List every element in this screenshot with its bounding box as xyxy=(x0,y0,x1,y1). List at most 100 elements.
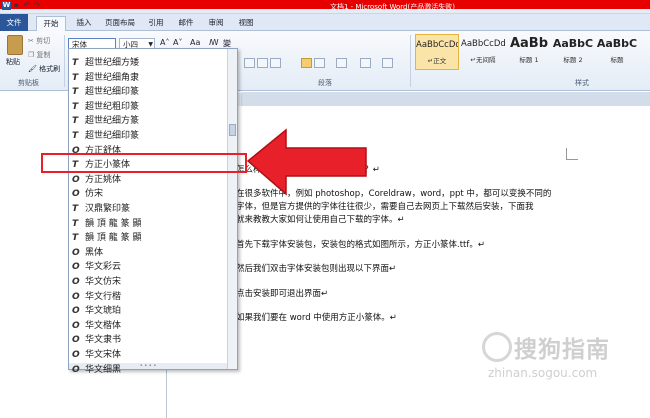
opentype-font-icon: O xyxy=(72,262,80,273)
clear-format-button[interactable]: ꟿ xyxy=(209,38,219,47)
font-list-item[interactable]: T 超世纪粗印篆 xyxy=(69,99,227,115)
shading-button[interactable] xyxy=(360,58,371,68)
group-divider xyxy=(64,35,65,87)
opentype-font-icon: O xyxy=(72,306,80,317)
tab-review[interactable]: 审阅 xyxy=(202,16,230,30)
shrink-font-button[interactable]: A˅ xyxy=(173,38,182,47)
doc-line-5: 首先下载字体安装包，安装包的格式如图所示，方正小篆体.ttf。↵ xyxy=(236,240,485,250)
font-list-item[interactable]: O 华文楷体 xyxy=(69,318,227,334)
font-list-item[interactable]: O 华文仿宋 xyxy=(69,274,227,290)
opentype-font-icon: O xyxy=(72,350,80,360)
font-list-item[interactable]: T 汉鼎繁印篆 xyxy=(69,201,227,217)
opentype-font-icon: O xyxy=(72,320,80,331)
style-no-spacing[interactable]: AaBbCcDd ↵无间隔 xyxy=(461,34,505,70)
truetype-font-icon: T xyxy=(72,204,79,214)
truetype-font-icon: T xyxy=(72,72,79,83)
ribbon-tabs: 文件 开始 插入 页面布局 引用 邮件 审阅 视图 xyxy=(0,14,650,31)
align-center-button[interactable] xyxy=(257,58,268,68)
opentype-font-icon: O xyxy=(72,291,80,302)
opentype-font-icon: O xyxy=(72,174,80,185)
font-list-item-name: 华文琥珀 xyxy=(85,306,122,317)
pointer-arrow xyxy=(246,128,367,196)
margin-mark xyxy=(566,148,578,160)
doc-line-4: 就来教教大家如何让使用自己下载的字体。↵ xyxy=(236,215,405,225)
style-title[interactable]: AaBbC 标题 xyxy=(595,34,639,70)
redo-icon[interactable]: ↷ xyxy=(34,1,40,9)
font-list-item[interactable]: O 仿宋 xyxy=(69,186,227,202)
font-list-item[interactable]: O 华文彩云 xyxy=(69,259,227,275)
tab-mailings[interactable]: 邮件 xyxy=(172,16,200,30)
tab-home[interactable]: 开始 xyxy=(36,16,66,31)
font-list-item-name: 华文仿宋 xyxy=(85,277,122,287)
title-bar: W ▪ ↶ ↷ 文档1 - Microsoft Word(产品激活失败) xyxy=(0,0,650,14)
sogou-logo-icon xyxy=(482,332,512,362)
borders-button[interactable] xyxy=(382,58,393,68)
font-list-item[interactable]: O 华文宋体 xyxy=(69,347,227,363)
doc-line-8: 如果我们要在 word 中使用方正小篆体。↵ xyxy=(236,313,397,323)
truetype-font-icon: T xyxy=(72,131,79,141)
align-left-button[interactable] xyxy=(244,58,255,68)
word-app-icon[interactable]: W xyxy=(2,1,11,10)
truetype-font-icon: T xyxy=(72,116,79,127)
highlight-box xyxy=(41,153,247,173)
save-icon[interactable]: ▪ xyxy=(14,1,19,9)
copy-icon: ❐ xyxy=(28,51,35,59)
tab-file[interactable]: 文件 xyxy=(0,14,28,31)
doc-line-6: 然后我们双击字体安装包则出现以下界面↵ xyxy=(236,264,397,274)
truetype-font-icon: T xyxy=(72,101,79,112)
font-list-item[interactable]: O 华文行楷 xyxy=(69,289,227,305)
align-right-button[interactable] xyxy=(270,58,281,68)
font-list-item[interactable]: T 超世纪细方矮 xyxy=(69,55,227,71)
clipboard-group-label: 剪贴板 xyxy=(18,79,39,87)
dropdown-scrollbar[interactable] xyxy=(227,49,237,369)
undo-icon[interactable]: ↶ xyxy=(24,1,30,9)
font-list-item-name: 超世纪细印篆 xyxy=(85,131,140,141)
justify-button[interactable] xyxy=(301,58,312,68)
font-list-item-name: 超世纪粗印篆 xyxy=(85,101,140,112)
style-normal[interactable]: AaBbCcDd ↵正文 xyxy=(415,34,459,70)
font-list-item[interactable]: T韻 頂 龍 篆 顯 xyxy=(69,230,227,246)
font-list-item-name: 华文楷体 xyxy=(85,320,122,331)
font-list-item-name: 方正姚体 xyxy=(85,174,122,185)
paste-button[interactable]: 粘贴 xyxy=(6,57,20,67)
font-list-item-name: 华文行楷 xyxy=(85,291,122,302)
font-list-item-name: 黑体 xyxy=(85,247,104,258)
style-heading-1[interactable]: AaBb 标题 1 xyxy=(507,34,551,70)
font-list-item-name: 华文细黑 xyxy=(85,364,122,375)
scrollbar-thumb[interactable] xyxy=(229,124,236,136)
font-list-item[interactable]: T 超世纪细印篆 xyxy=(69,128,227,144)
title-red-band xyxy=(0,0,650,9)
format-painter-button[interactable]: 🖌 格式刷 xyxy=(28,64,60,74)
font-list-item[interactable]: O 华文隶书 xyxy=(69,332,227,348)
truetype-font-icon: T xyxy=(72,58,79,68)
line-spacing-button[interactable] xyxy=(336,58,347,68)
font-dropdown-list[interactable]: • • • • T 超世纪细方矮 T 超世纪细角隶 T 超世纪细印篆 T 超世纪粗印篆 T 超世纪… xyxy=(68,48,238,375)
cut-button[interactable]: ✂ 剪切 xyxy=(28,36,50,46)
grow-font-button[interactable]: A˄ xyxy=(160,38,169,47)
tab-view[interactable]: 视图 xyxy=(232,16,260,30)
font-list-item[interactable]: T韻 頂 龍 篆 顯 xyxy=(69,216,227,232)
font-list-item[interactable]: O 黑体 xyxy=(69,245,227,261)
font-list-item[interactable]: T 超世纪细方篆 xyxy=(69,113,227,129)
tab-insert[interactable]: 插入 xyxy=(70,16,98,30)
change-case-button[interactable]: Aa xyxy=(190,38,200,47)
font-list-item[interactable]: O 方正姚体 xyxy=(69,172,227,188)
group-divider xyxy=(410,35,411,87)
font-list-item[interactable]: O 华文细黑 xyxy=(69,362,227,378)
tab-page-layout[interactable]: 页面布局 xyxy=(100,16,140,30)
paste-icon[interactable] xyxy=(7,35,23,55)
copy-button[interactable]: ❐ 复制 xyxy=(28,50,51,60)
truetype-font-icon: T xyxy=(72,218,79,229)
opentype-font-icon: O xyxy=(72,247,80,258)
font-list-item-name: 韻 頂 龍 篆 顯 xyxy=(85,233,142,244)
font-list-item[interactable]: T 超世纪细印篆 xyxy=(69,84,227,100)
font-list-item-name: 超世纪细印篆 xyxy=(85,87,140,98)
font-list-item[interactable]: T 超世纪细角隶 xyxy=(69,70,227,86)
styles-group-label: 样式 xyxy=(575,79,589,87)
distributed-button[interactable] xyxy=(314,58,325,68)
style-heading-2[interactable]: AaBbC 标题 2 xyxy=(551,34,595,70)
brush-icon: 🖌 xyxy=(28,65,37,73)
doc-line-7: 点击安装即可退出界面↵ xyxy=(236,289,329,299)
font-list-item[interactable]: O 华文琥珀 xyxy=(69,303,227,319)
tab-references[interactable]: 引用 xyxy=(142,16,170,30)
